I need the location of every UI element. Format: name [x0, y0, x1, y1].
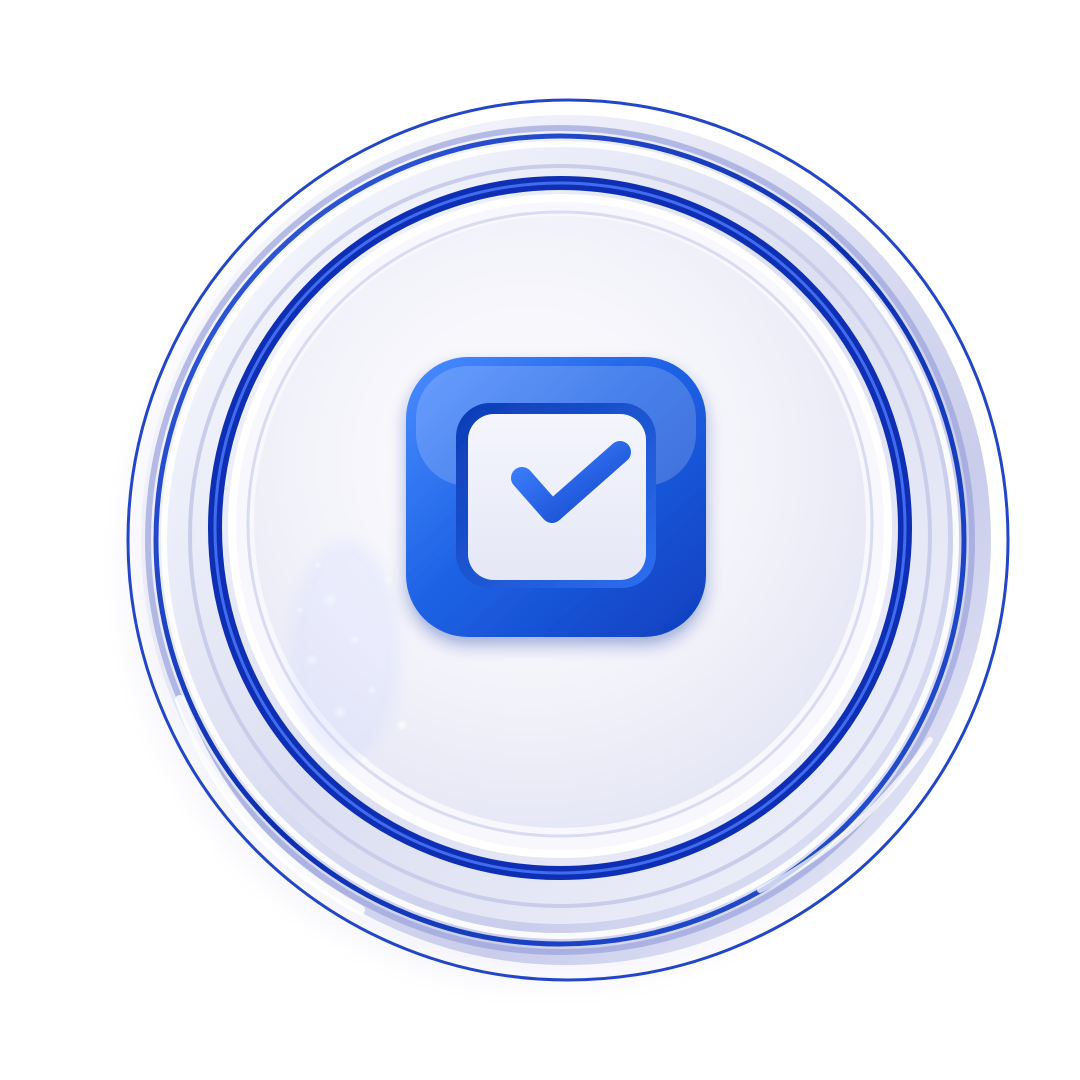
icon-canvas [0, 0, 1080, 1080]
checkbox-badge-icon[interactable] [0, 0, 1080, 1080]
checkbox-icon [406, 357, 706, 637]
